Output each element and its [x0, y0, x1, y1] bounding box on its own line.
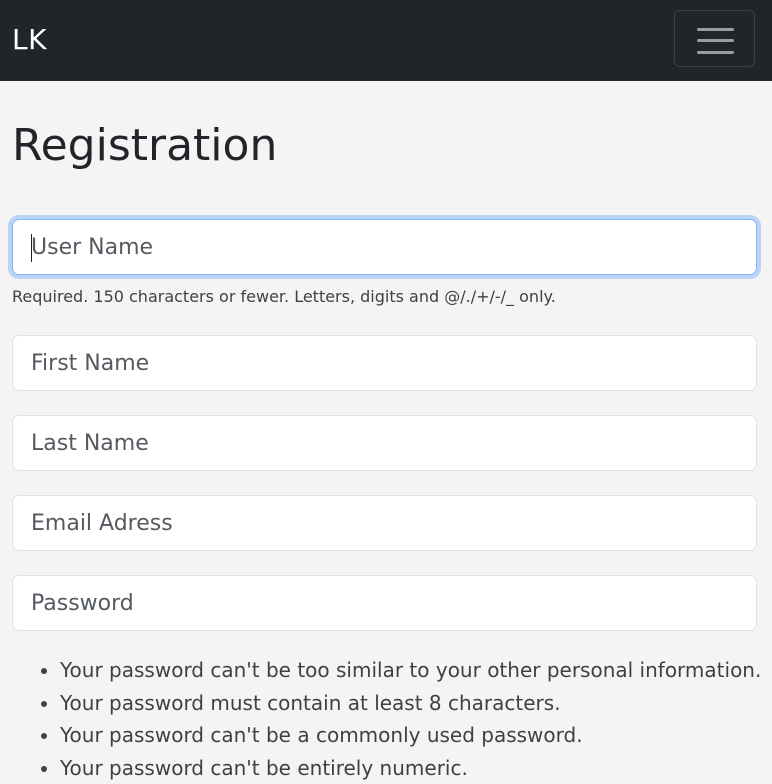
- text-caret: [31, 234, 32, 262]
- username-help-text: Required. 150 characters or fewer. Lette…: [12, 286, 556, 308]
- last-name-input[interactable]: [12, 415, 757, 471]
- brand-link[interactable]: LK: [12, 23, 47, 57]
- first-name-input[interactable]: [12, 335, 757, 391]
- password-rule-item: Your password must contain at least 8 ch…: [60, 687, 761, 720]
- password-rule-item: Your password can't be a commonly used p…: [60, 719, 761, 752]
- navbar-toggler-button[interactable]: [674, 10, 755, 67]
- password-rule-item: Your password can't be too similar to yo…: [60, 654, 761, 687]
- navbar: LK: [0, 0, 772, 81]
- username-input[interactable]: [12, 219, 757, 275]
- password-rule-item: Your password can't be entirely numeric.: [60, 752, 761, 784]
- email-input[interactable]: [12, 495, 757, 551]
- page-title: Registration: [12, 118, 277, 174]
- password-input[interactable]: [12, 575, 757, 631]
- password-rules-list: Your password can't be too similar to yo…: [0, 654, 761, 784]
